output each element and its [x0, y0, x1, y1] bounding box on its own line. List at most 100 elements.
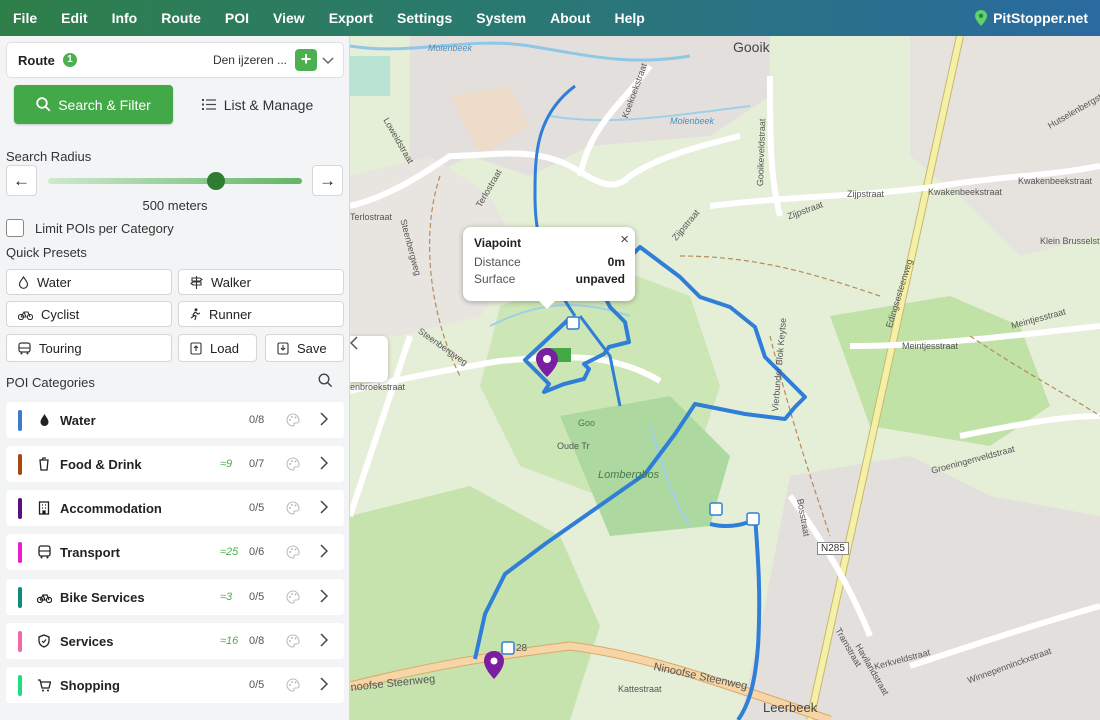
radius-slider-handle[interactable]: [206, 172, 225, 190]
search-icon[interactable]: [318, 373, 333, 391]
route-selector[interactable]: Route 1 Den ijzeren ... +: [6, 42, 344, 78]
preset-water-label: Water: [37, 274, 72, 290]
chevron-right-icon[interactable]: [320, 633, 329, 650]
map-label-street: Terlostraat: [350, 212, 393, 222]
category-color-bar: [18, 586, 22, 608]
chevron-right-icon[interactable]: [320, 589, 329, 606]
category-approx: ≈16: [220, 635, 239, 647]
map-label-town: Leerbeek: [763, 700, 818, 715]
palette-icon[interactable]: [286, 457, 300, 474]
cart-icon: [36, 678, 52, 692]
map-label-street: Goo: [578, 418, 596, 428]
preset-save-button[interactable]: Save: [265, 334, 344, 362]
brand-link[interactable]: PitStopper.net: [975, 0, 1088, 36]
menu-about[interactable]: About: [538, 0, 602, 36]
menu-file[interactable]: File: [0, 0, 49, 36]
chevron-down-icon[interactable]: [317, 53, 339, 68]
list-icon: [201, 99, 216, 110]
category-row-bike-services[interactable]: Bike Services ≈3 0/5: [6, 579, 344, 615]
menu-poi[interactable]: POI: [213, 0, 261, 36]
menu-system[interactable]: System: [464, 0, 538, 36]
radius-increase-button[interactable]: →: [312, 165, 343, 196]
tab-search-label: Search & Filter: [58, 96, 151, 113]
menu-info[interactable]: Info: [100, 0, 150, 36]
palette-icon[interactable]: [286, 634, 300, 651]
bus-icon: [36, 545, 52, 559]
preset-load-button[interactable]: Load: [178, 334, 257, 362]
menu-help[interactable]: Help: [603, 0, 657, 36]
category-color-bar: [18, 453, 22, 475]
collapse-sidebar-button[interactable]: [350, 336, 388, 382]
sidebar: Route 1 Den ijzeren ... + Search & Filte…: [0, 36, 350, 720]
menu-route[interactable]: Route: [149, 0, 213, 36]
chevron-right-icon[interactable]: [320, 456, 329, 473]
category-color-bar: [18, 541, 22, 563]
category-approx: ≈3: [220, 591, 233, 603]
preset-water-button[interactable]: Water: [6, 269, 172, 295]
category-label: Food & Drink: [60, 456, 142, 472]
map-canvas[interactable]: [350, 36, 1100, 720]
palette-icon[interactable]: [286, 545, 300, 562]
preset-touring-label: Touring: [39, 340, 82, 356]
preset-walker-button[interactable]: Walker: [178, 269, 344, 295]
chevron-right-icon[interactable]: [320, 544, 329, 561]
radius-value: 500 meters: [142, 198, 208, 213]
map-label-street: Zijpstraat: [847, 189, 885, 199]
add-route-button[interactable]: +: [295, 49, 317, 71]
menu-edit[interactable]: Edit: [49, 0, 99, 36]
map-label-molenbeek: Molenbeek: [428, 43, 473, 53]
palette-icon[interactable]: [286, 413, 300, 430]
preset-cyclist-button[interactable]: Cyclist: [6, 301, 172, 327]
bicycle-icon: [18, 310, 33, 320]
close-icon[interactable]: ×: [620, 231, 629, 248]
chevron-right-icon[interactable]: [320, 412, 329, 429]
category-count: 0/5: [249, 679, 265, 691]
category-label: Transport: [60, 544, 120, 560]
radius-slider-track[interactable]: [48, 178, 302, 184]
building-icon: [36, 501, 52, 515]
menu-settings[interactable]: Settings: [385, 0, 464, 36]
popup-title: Viapoint: [474, 236, 522, 250]
chevron-right-icon[interactable]: [320, 500, 329, 517]
category-row-water[interactable]: Water 0/8: [6, 402, 344, 438]
category-row-shopping[interactable]: Shopping 0/5: [6, 667, 344, 703]
category-row-transport[interactable]: Transport ≈25 0/6: [6, 534, 344, 570]
menu-view[interactable]: View: [261, 0, 317, 36]
preset-runner-label: Runner: [209, 306, 252, 322]
tab-list-manage[interactable]: List & Manage: [185, 85, 330, 124]
shield-icon: [36, 634, 52, 648]
upload-icon: [190, 341, 202, 355]
category-row-accommodation[interactable]: Accommodation 0/5: [6, 490, 344, 526]
category-row-services[interactable]: Services ≈16 0/8: [6, 623, 344, 659]
limit-pois-checkbox[interactable]: [6, 219, 24, 237]
palette-icon[interactable]: [286, 678, 300, 695]
search-icon: [36, 97, 51, 112]
map-label-street: enbroekstraat: [350, 382, 406, 392]
category-label: Services: [60, 633, 114, 649]
signpost-icon: [190, 275, 203, 289]
menu-export[interactable]: Export: [317, 0, 385, 36]
preset-runner-button[interactable]: Runner: [178, 301, 344, 327]
palette-icon[interactable]: [286, 590, 300, 607]
route-label: Route: [18, 52, 55, 68]
category-count: 0/6: [249, 546, 265, 558]
chevron-right-icon[interactable]: [320, 677, 329, 694]
route-name[interactable]: Den ijzeren ...: [213, 53, 287, 67]
category-label: Accommodation: [60, 500, 162, 516]
quick-presets-title: Quick Presets: [6, 245, 87, 260]
map-label-molenbeek: Molenbeek: [670, 116, 715, 126]
map-view[interactable]: Gooik Molenbeek Molenbeek Koekoekstraat …: [350, 36, 1100, 720]
tab-search-filter[interactable]: Search & Filter: [14, 85, 173, 124]
palette-icon[interactable]: [286, 501, 300, 518]
map-label-forest: Lombergbos: [598, 469, 660, 481]
cup-icon: [36, 457, 52, 471]
category-color-bar: [18, 630, 22, 652]
radius-decrease-button[interactable]: ←: [6, 165, 37, 196]
map-label-street: Kwakenbeekstraat: [928, 187, 1003, 197]
road-shield: N285: [817, 542, 849, 555]
brand-name: PitStopper.net: [993, 10, 1088, 26]
category-row-food-drink[interactable]: Food & Drink ≈9 0/7: [6, 446, 344, 482]
preset-load-label: Load: [210, 340, 239, 356]
preset-touring-button[interactable]: Touring: [6, 334, 172, 362]
search-radius-title: Search Radius: [6, 149, 92, 164]
